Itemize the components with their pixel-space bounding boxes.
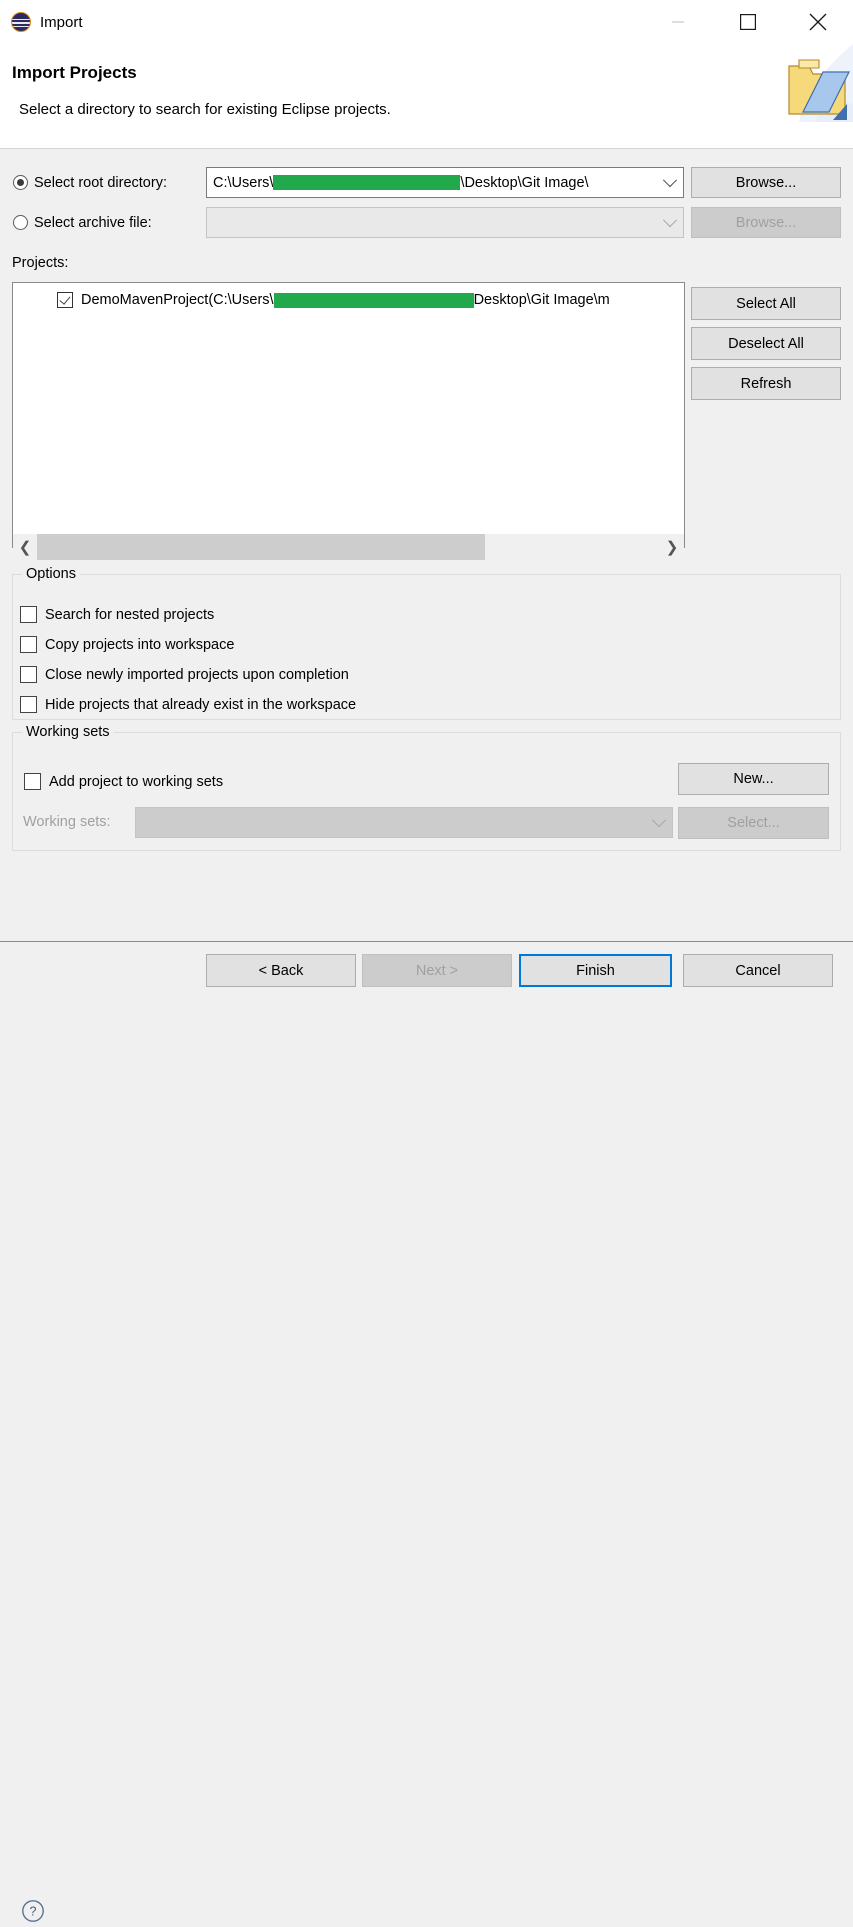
root-directory-suffix: \Desktop\Git Image\ [460,174,589,191]
next-button: Next > [362,954,512,987]
help-circle-icon[interactable]: ? [21,1899,45,1923]
checkbox-add-project-to-working-sets[interactable]: Add project to working sets [24,773,223,790]
root-directory-value: C:\Users\ \Desktop\Git Image\ [207,175,657,191]
title-bar: Import [0,0,853,44]
select-working-set-button: Select... [678,807,829,839]
checkbox-box[interactable] [20,666,37,683]
window-title: Import [40,13,83,31]
checkbox-label: Search for nested projects [45,606,215,623]
dialog-body: Select root directory: C:\Users\ \Desktop… [0,149,853,941]
working-sets-combo [135,807,673,838]
maximize-icon[interactable] [713,0,783,44]
checkbox-close-newly-imported-projects[interactable]: Close newly imported projects upon compl… [20,666,349,683]
browse-root-directory-button[interactable]: Browse... [691,167,841,198]
checkbox-search-nested-projects[interactable]: Search for nested projects [20,606,214,623]
import-folder-icon [775,44,853,122]
label-select-archive-file: Select archive file: [34,215,152,231]
chevron-down-icon [646,808,672,837]
checkbox-box[interactable] [24,773,41,790]
minimize-icon[interactable] [643,0,713,44]
page-description: Select a directory to search for existin… [19,101,391,118]
checkbox-copy-projects-into-workspace[interactable]: Copy projects into workspace [20,636,234,653]
checkbox-label: Hide projects that already exist in the … [45,696,357,713]
checkbox-label: Copy projects into workspace [45,636,235,653]
chevron-down-icon[interactable] [657,168,683,197]
checkbox-label: Close newly imported projects upon compl… [45,666,349,683]
projects-hscrollbar[interactable]: ❮ ❯ [13,534,684,560]
projects-label: Projects: [12,255,69,271]
checkbox-hide-existing-projects[interactable]: Hide projects that already exist in the … [20,696,356,713]
radio-select-root-directory[interactable] [13,175,28,190]
wizard-banner: Import Projects Select a directory to se… [0,44,853,149]
project-path-prefix: (C:\Users\ [208,292,274,308]
select-all-button[interactable]: Select All [691,287,841,320]
working-sets-combo-label: Working sets: [23,814,111,830]
eclipse-logo-icon [11,12,31,32]
new-working-set-button[interactable]: New... [678,763,829,795]
project-label: DemoMavenProject (C:\Users\ Desktop\Git I… [81,292,610,308]
root-directory-combo[interactable]: C:\Users\ \Desktop\Git Image\ [206,167,684,198]
project-name: DemoMavenProject [81,292,209,308]
redaction-bar [273,175,461,190]
scrollbar-thumb[interactable] [37,534,485,560]
browse-archive-file-button: Browse... [691,207,841,238]
chevron-right-icon[interactable]: ❯ [660,534,684,560]
checkbox-box[interactable] [20,636,37,653]
options-group-title: Options [22,566,80,582]
label-select-root-directory: Select root directory: [34,175,167,191]
redaction-bar [273,292,474,308]
scrollbar-track[interactable] [37,534,660,560]
chevron-down-icon [657,208,683,237]
list-item[interactable]: DemoMavenProject (C:\Users\ Desktop\Git I… [13,288,684,312]
radio-select-archive-file[interactable] [13,215,28,230]
project-path-suffix: Desktop\Git Image\m [473,292,610,308]
footer-bar: ? < Back Next > Finish Cancel [0,942,853,1922]
checkbox-box[interactable] [20,606,37,623]
page-title: Import Projects [12,63,137,82]
checkbox-label: Add project to working sets [49,773,224,790]
finish-button[interactable]: Finish [519,954,672,987]
refresh-button[interactable]: Refresh [691,367,841,400]
projects-list[interactable]: DemoMavenProject (C:\Users\ Desktop\Git I… [12,282,685,548]
root-directory-prefix: C:\Users\ [213,174,274,191]
back-button[interactable]: < Back [206,954,356,987]
working-sets-group-title: Working sets [22,724,114,740]
close-icon[interactable] [783,0,853,44]
deselect-all-button[interactable]: Deselect All [691,327,841,360]
archive-file-combo [206,207,684,238]
chevron-left-icon[interactable]: ❮ [13,534,37,560]
checkbox-box[interactable] [20,696,37,713]
svg-text:?: ? [30,1905,37,1919]
window-controls [643,0,853,44]
cancel-button[interactable]: Cancel [683,954,833,987]
project-checkbox[interactable] [57,292,73,308]
